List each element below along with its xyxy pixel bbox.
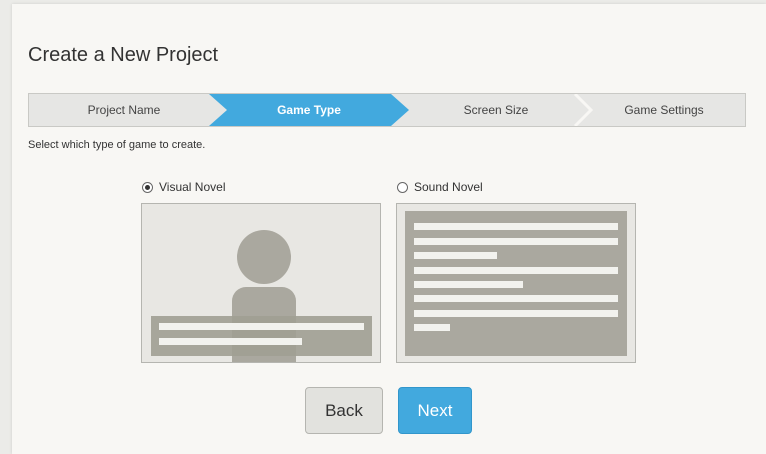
sound-novel-radio[interactable] [397,181,408,193]
text-line-icon [414,310,618,317]
step-label: Screen Size [463,103,529,117]
sound-novel-preview[interactable] [396,203,636,363]
visual-novel-preview[interactable] [141,203,381,363]
character-head-icon [237,230,291,284]
text-line-icon [414,252,497,259]
step-screen-size: Screen Size [391,94,601,126]
back-button[interactable]: Back [305,387,383,434]
text-line-icon [159,323,364,330]
step-label: Game Settings [624,103,704,117]
next-button[interactable]: Next [398,387,472,434]
step-project-name: Project Name [29,94,219,126]
wizard-steps: Project Name Screen Size Game Settings G… [28,93,746,127]
visual-novel-radio[interactable] [142,181,153,193]
dialogue-box-icon [151,316,372,356]
step-separator [573,94,593,126]
text-line-icon [159,338,302,345]
visual-novel-label: Visual Novel [159,180,226,194]
text-line-icon [414,267,618,274]
option-sound-novel[interactable]: Sound Novel [397,180,483,194]
create-project-dialog: Create a New Project Project Name Screen… [12,4,766,454]
instruction-text: Select which type of game to create. [28,139,206,151]
step-game-type-active: Game Type [209,94,409,126]
text-line-icon [414,295,618,302]
text-line-icon [414,281,523,288]
text-line-icon [414,223,618,230]
option-visual-novel[interactable]: Visual Novel [142,180,225,194]
step-label: Game Type [277,103,341,117]
full-text-box-icon [405,211,627,356]
text-line-icon [414,238,618,245]
step-label: Project Name [87,103,161,117]
text-line-icon [414,324,450,331]
sound-novel-label: Sound Novel [414,180,483,194]
step-game-settings: Game Settings [581,94,745,126]
dialog-title: Create a New Project [28,44,219,66]
